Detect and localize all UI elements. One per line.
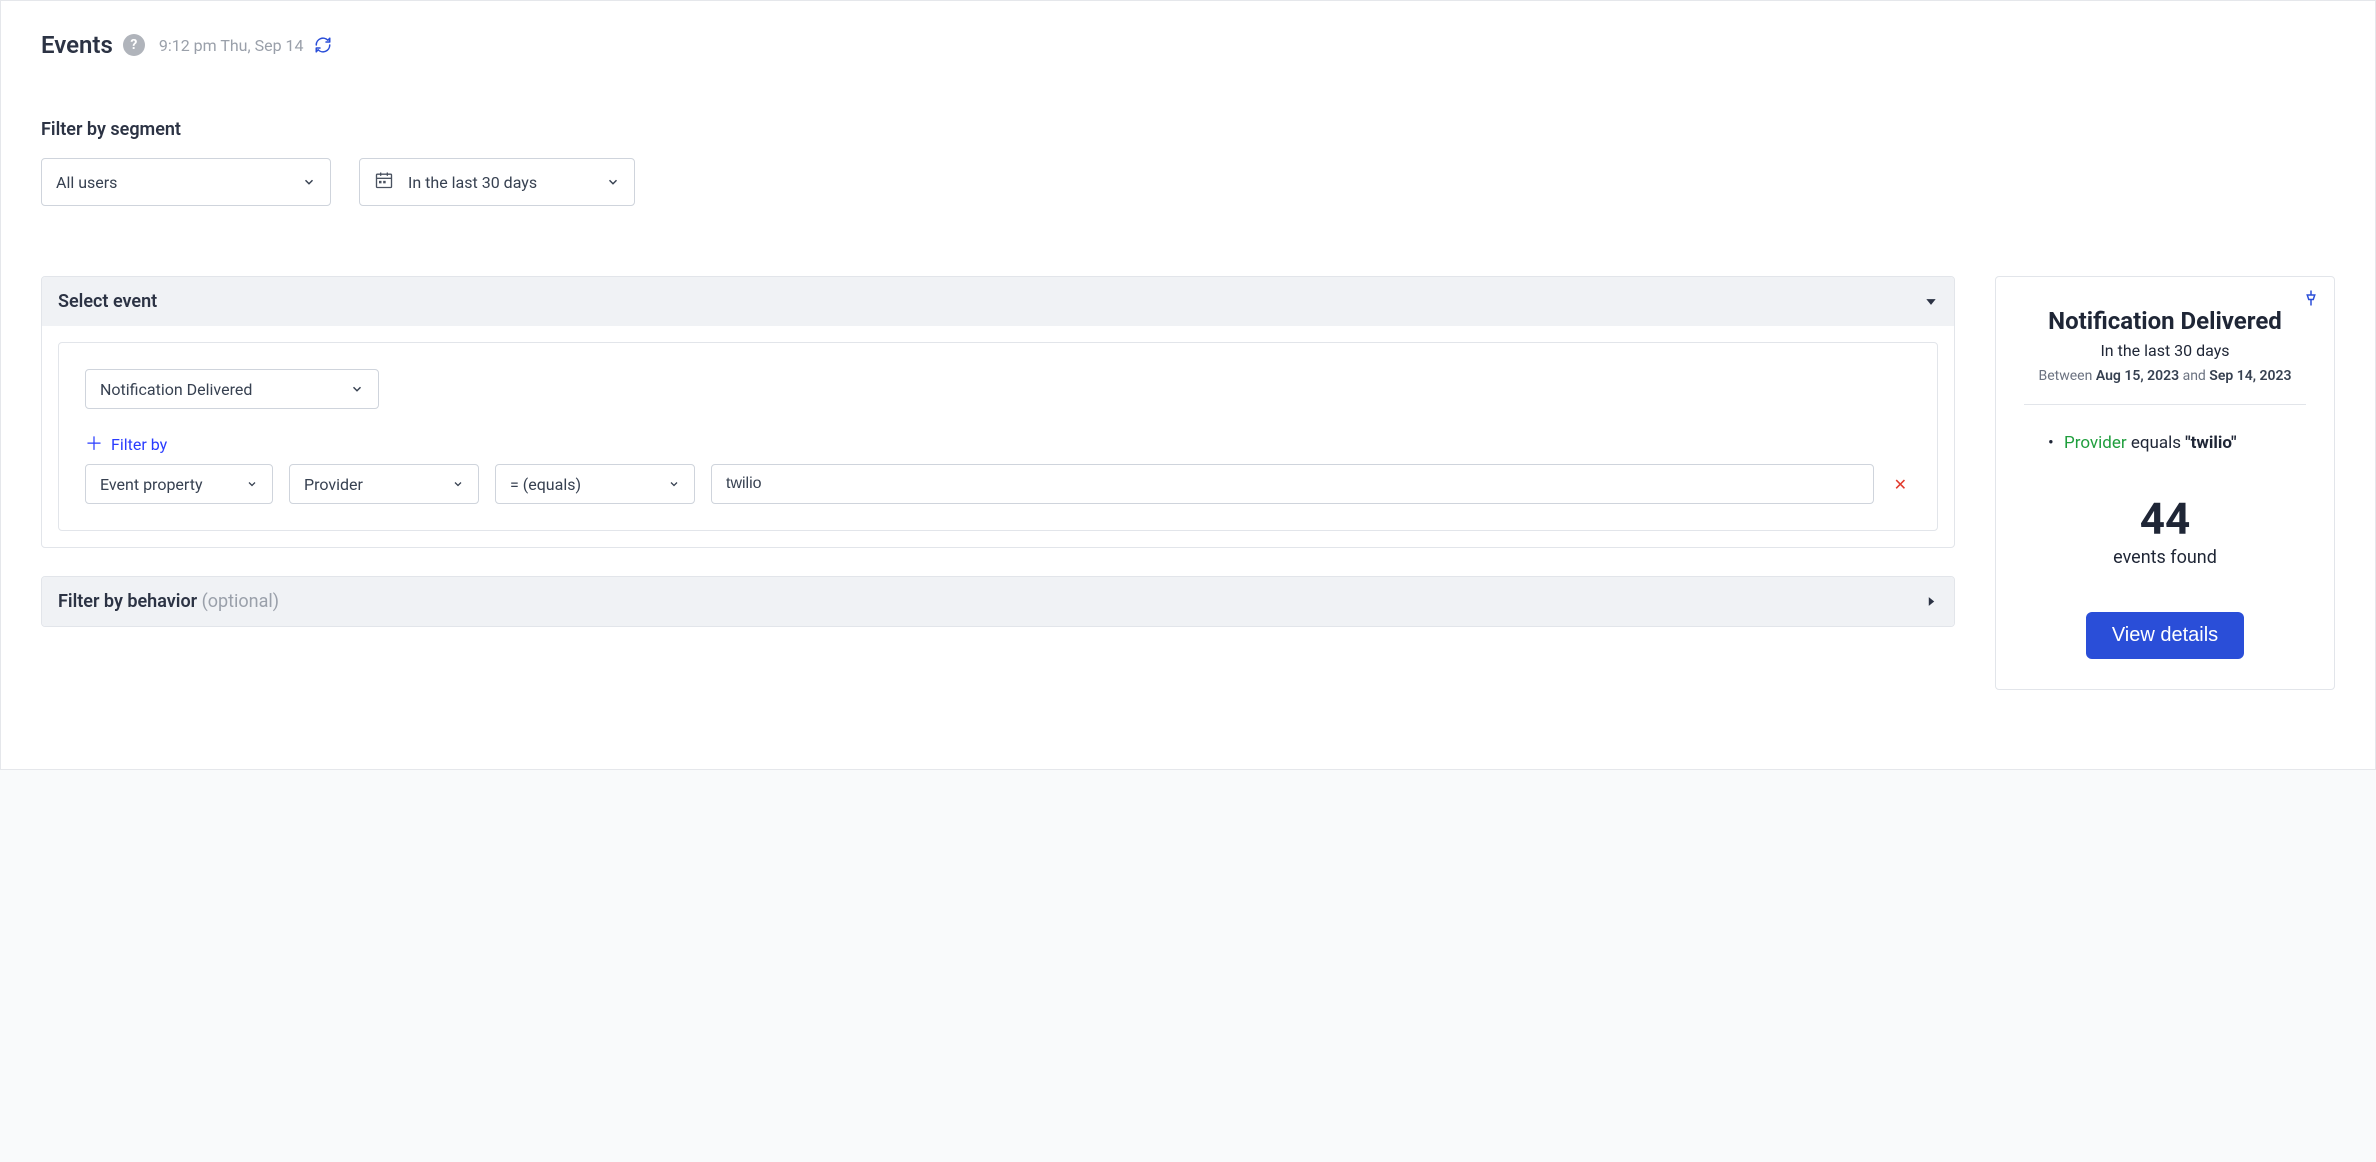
- filter-value-input[interactable]: [711, 464, 1874, 504]
- select-event-panel: Select event Notification Delivered: [41, 276, 1955, 548]
- event-type-value: Notification Delivered: [100, 380, 252, 399]
- caret-right-icon: [1925, 595, 1938, 608]
- chevron-down-icon: [350, 382, 364, 396]
- filter-field-select[interactable]: Provider: [289, 464, 479, 504]
- filter-operator-text: equals: [2127, 433, 2186, 453]
- plus-icon: ＋: [85, 436, 103, 454]
- optional-label: (optional): [202, 591, 279, 612]
- filter-behavior-panel: Filter by behavior (optional): [41, 576, 1955, 627]
- results-title: Notification Delivered: [2024, 307, 2306, 335]
- results-period: In the last 30 days: [2024, 341, 2306, 360]
- date-range-select[interactable]: In the last 30 days: [359, 158, 635, 206]
- chevron-down-icon: [668, 478, 680, 490]
- chevron-down-icon: [246, 478, 258, 490]
- pin-icon[interactable]: [2302, 289, 2320, 311]
- results-count: 44: [2024, 493, 2306, 545]
- end-date: Sep 14, 2023: [2209, 368, 2291, 384]
- filter-property-name: Provider: [2064, 433, 2127, 453]
- results-card: Notification Delivered In the last 30 da…: [1995, 276, 2335, 690]
- users-select-value: All users: [56, 173, 117, 192]
- select-event-title: Select event: [58, 291, 157, 312]
- filter-by-text: Filter by: [111, 435, 167, 454]
- filter-value-text: "twilio": [2185, 433, 2236, 453]
- results-daterange: Between Aug 15, 2023 and Sep 14, 2023: [2024, 368, 2306, 405]
- results-filter-summary: Provider equals "twilio": [2024, 433, 2306, 453]
- add-filter-button[interactable]: ＋ Filter by: [85, 435, 1911, 454]
- event-type-select[interactable]: Notification Delivered: [85, 369, 379, 409]
- date-range-value: In the last 30 days: [408, 173, 537, 192]
- view-details-button[interactable]: View details: [2086, 612, 2244, 659]
- users-select[interactable]: All users: [41, 158, 331, 206]
- filter-operator-select[interactable]: = (equals): [495, 464, 695, 504]
- filter-by-segment-label: Filter by segment: [41, 119, 2335, 140]
- and-text: and: [2179, 368, 2209, 384]
- results-found-label: events found: [2024, 547, 2306, 568]
- filter-operator-value: = (equals): [510, 475, 581, 494]
- caret-down-icon: [1924, 295, 1938, 309]
- remove-filter-icon[interactable]: ✕: [1890, 475, 1911, 494]
- refresh-icon[interactable]: [314, 36, 332, 54]
- filter-type-value: Event property: [100, 475, 203, 494]
- page-title: Events: [41, 31, 113, 59]
- chevron-down-icon: [302, 175, 316, 189]
- filter-field-value: Provider: [304, 475, 363, 494]
- between-text: Between: [2039, 368, 2096, 384]
- start-date: Aug 15, 2023: [2096, 368, 2179, 384]
- select-event-header[interactable]: Select event: [42, 277, 1954, 326]
- filter-behavior-title: Filter by behavior: [58, 591, 197, 612]
- timestamp: 9:12 pm Thu, Sep 14: [159, 36, 304, 55]
- help-icon[interactable]: ?: [123, 34, 145, 56]
- calendar-icon: [374, 170, 394, 194]
- chevron-down-icon: [606, 175, 620, 189]
- filter-row: Event property Provider: [85, 464, 1911, 504]
- page-header: Events ? 9:12 pm Thu, Sep 14: [41, 31, 2335, 59]
- filter-type-select[interactable]: Event property: [85, 464, 273, 504]
- filter-behavior-header[interactable]: Filter by behavior (optional): [42, 577, 1954, 626]
- chevron-down-icon: [452, 478, 464, 490]
- event-config-card: Notification Delivered ＋ Filter by Event: [58, 342, 1938, 531]
- segment-filters: All users In the last 30 days: [41, 158, 2335, 206]
